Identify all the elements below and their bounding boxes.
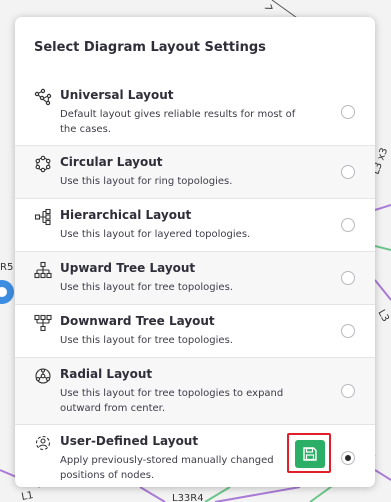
radio-downward-tree-layout[interactable] [341,324,355,338]
dialog-title: Select Diagram Layout Settings [34,40,266,55]
circular-layout-icon [34,155,52,173]
radio-user-defined-layout[interactable] [341,451,355,465]
save-layout-button[interactable] [295,440,325,468]
radio-universal-layout[interactable] [341,105,355,119]
option-hierarchical-layout[interactable]: Hierarchical Layout Use this layout for … [15,199,375,252]
downward-tree-icon [34,314,52,332]
layout-settings-dialog: Select Diagram Layout Settings Universal… [15,17,375,487]
upward-tree-icon [34,261,52,279]
option-description: Use this layout for tree topologies to e… [60,388,284,414]
user-defined-layout-icon [34,434,52,452]
option-downward-tree-layout[interactable]: Downward Tree Layout Use this layout for… [15,305,375,358]
diagram-label: L33R4 [172,493,204,502]
option-name: Circular Layout [60,155,163,169]
option-description: Default layout gives reliable results fo… [60,109,296,135]
option-name: Upward Tree Layout [60,261,196,275]
save-layout-highlight [287,433,331,473]
radio-hierarchical-layout[interactable] [341,218,355,232]
option-name: Radial Layout [60,367,153,381]
option-description: Apply previously-stored manually changed… [60,455,274,481]
diagram-label: L1 [21,490,35,502]
option-name: Hierarchical Layout [60,208,192,222]
diagram-label: 7 [261,3,274,13]
hierarchical-layout-icon [34,208,52,226]
option-circular-layout[interactable]: Circular Layout Use this layout for ring… [15,146,375,199]
option-name: Downward Tree Layout [60,314,215,328]
option-name: Universal Layout [60,88,174,102]
option-upward-tree-layout[interactable]: Upward Tree Layout Use this layout for t… [15,252,375,305]
option-description: Use this layout for tree topologies. [60,282,233,293]
radio-circular-layout[interactable] [341,165,355,179]
radial-layout-icon [34,367,52,385]
layout-options-list: Universal Layout Default layout gives re… [15,79,375,487]
diagram-label: L3 [375,308,390,324]
option-radial-layout[interactable]: Radial Layout Use this layout for tree t… [15,358,375,425]
option-user-defined-layout[interactable]: User-Defined Layout Apply previously-sto… [15,425,375,487]
option-description: Use this layout for layered topologies. [60,229,251,240]
diagram-edge [374,469,391,481]
option-name: User-Defined Layout [60,434,199,448]
diagram-edge [374,279,391,301]
option-universal-layout[interactable]: Universal Layout Default layout gives re… [15,79,375,146]
diagram-label: R5 [0,262,13,273]
diagram-edge [374,204,391,211]
option-description: Use this layout for ring topologies. [60,176,233,187]
universal-layout-icon [34,88,52,106]
radio-radial-layout[interactable] [341,384,355,398]
radio-upward-tree-layout[interactable] [341,271,355,285]
diagram-edge [139,486,166,502]
diagram-edge [374,245,391,251]
option-description: Use this layout for tree topologies. [60,335,233,346]
